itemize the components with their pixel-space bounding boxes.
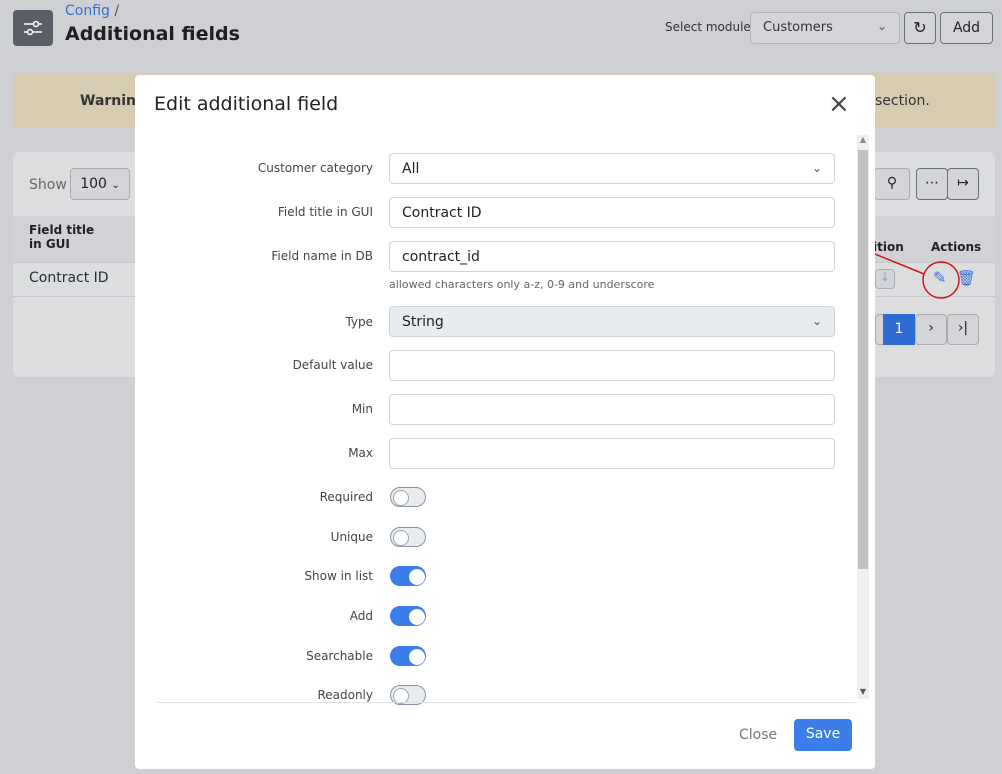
close-icon[interactable]: × — [828, 91, 850, 117]
max-label: Max — [348, 446, 373, 460]
title-label: Field title in GUI — [277, 205, 373, 219]
add-label: Add — [349, 609, 373, 623]
searchable-toggle[interactable] — [390, 646, 426, 666]
edit-field-modal: Edit additional field × Customer categor… — [135, 75, 875, 769]
save-button[interactable]: Save — [794, 719, 852, 751]
field-title-input[interactable]: Contract ID — [389, 197, 835, 228]
field-name-input[interactable]: contract_id — [389, 241, 835, 272]
readonly-label: Readonly — [317, 688, 373, 702]
min-label: Min — [351, 402, 373, 416]
category-value: All — [402, 161, 420, 177]
default-value-input[interactable] — [389, 350, 835, 381]
close-button[interactable]: Close — [739, 727, 777, 743]
unique-toggle[interactable] — [390, 527, 426, 547]
max-input[interactable] — [389, 438, 835, 469]
category-label: Customer category — [257, 161, 373, 175]
required-toggle[interactable] — [390, 487, 426, 507]
footer-divider — [157, 702, 855, 703]
field-name-hint: allowed characters only a-z, 0-9 and und… — [389, 278, 655, 291]
customer-category-select[interactable]: All ⌄ — [389, 153, 835, 184]
chevron-down-icon: ⌄ — [811, 314, 822, 328]
type-select[interactable]: String ⌄ — [389, 306, 835, 337]
modal-scrollbar[interactable]: ▲ ▼ — [857, 135, 869, 699]
scroll-down-arrow[interactable]: ▼ — [857, 687, 869, 699]
default-label: Default value — [292, 358, 373, 372]
unique-label: Unique — [330, 530, 373, 544]
show-in-list-label: Show in list — [304, 569, 373, 583]
min-input[interactable] — [389, 394, 835, 425]
required-label: Required — [319, 490, 373, 504]
type-value: String — [402, 314, 444, 330]
type-label: Type — [345, 315, 373, 329]
name-label: Field name in DB — [271, 249, 373, 263]
chevron-down-icon: ⌄ — [811, 161, 822, 175]
scroll-up-arrow[interactable]: ▲ — [857, 135, 869, 149]
searchable-label: Searchable — [306, 649, 373, 663]
add-toggle[interactable] — [390, 606, 426, 626]
show-in-list-toggle[interactable] — [390, 566, 426, 586]
modal-title: Edit additional field — [154, 93, 339, 115]
scrollbar-thumb[interactable] — [858, 150, 868, 569]
